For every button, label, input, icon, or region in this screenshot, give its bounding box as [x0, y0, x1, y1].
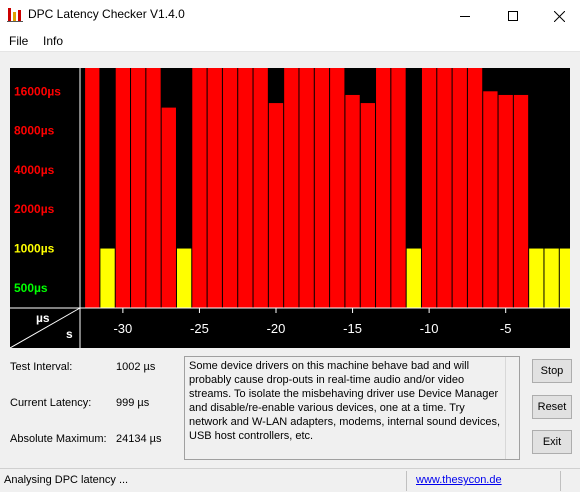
latency-bar [513, 94, 529, 308]
latency-bar [391, 68, 406, 308]
latency-bar [192, 68, 207, 308]
x-tick-label: -30 [113, 321, 132, 336]
latency-chart: 16000µs 8000µs 4000µs 2000µs 1000µs 500µs -30 -… [10, 68, 570, 348]
status-divider [560, 471, 561, 491]
latency-bar [268, 103, 284, 308]
latency-bar [314, 68, 330, 308]
x-tick-label: -5 [500, 321, 512, 336]
absolute-maximum-label: Absolute Maximum: [10, 433, 107, 445]
latency-bar [360, 103, 376, 308]
info-text: Some device drivers on this machine beha… [189, 360, 501, 442]
latency-bar [467, 68, 483, 308]
latency-bar [406, 248, 421, 308]
minimize-button[interactable] [442, 0, 488, 30]
minimize-icon [460, 15, 470, 17]
x-unit-label: s [66, 327, 73, 341]
x-tick-label: -10 [420, 321, 439, 336]
latency-bar [115, 68, 131, 308]
latency-bar [85, 68, 100, 308]
latency-bar [345, 94, 360, 308]
y-tick-label: 16000µs [14, 84, 61, 98]
latency-bar [100, 248, 115, 308]
current-latency-label: Current Latency: [10, 397, 92, 409]
reset-button[interactable]: Reset [532, 395, 572, 419]
y-tick-label: 500µs [14, 281, 48, 295]
thesycon-link[interactable]: www.thesycon.de [416, 474, 502, 486]
latency-bar [529, 248, 544, 308]
info-textbox[interactable]: Some device drivers on this machine beha… [184, 356, 520, 460]
latency-bar [176, 248, 192, 308]
latency-bar [161, 107, 176, 308]
latency-bar [330, 68, 345, 308]
title-bar: DPC Latency Checker V1.4.0 [0, 0, 580, 30]
latency-bar [559, 248, 570, 308]
latency-chart-svg: 16000µs 8000µs 4000µs 2000µs 1000µs 500µs -30 -… [10, 68, 570, 348]
status-divider [406, 471, 407, 491]
y-tick-label: 1000µs [14, 241, 55, 255]
latency-bar [544, 248, 559, 308]
y-tick-label: 2000µs [14, 202, 55, 216]
menu-info[interactable]: Info [43, 34, 63, 48]
info-scrollbar[interactable] [505, 357, 519, 459]
latency-bar [146, 68, 161, 308]
close-button[interactable] [536, 0, 580, 30]
maximize-button[interactable] [490, 0, 536, 30]
latency-bar [238, 68, 253, 308]
status-bar: Analysing DPC latency ... www.thesycon.d… [0, 468, 580, 492]
latency-bar [498, 94, 513, 308]
latency-bar [376, 68, 391, 308]
latency-bar [222, 68, 238, 308]
latency-bar [207, 68, 222, 308]
latency-bar [437, 68, 452, 308]
test-interval-label: Test Interval: [10, 361, 73, 373]
latency-bar [483, 91, 498, 308]
latency-bar [299, 68, 314, 308]
maximize-icon [508, 11, 518, 22]
y-tick-label: 8000µs [14, 124, 55, 138]
latency-bar [131, 68, 146, 308]
x-tick-label: -15 [343, 321, 362, 336]
close-icon [553, 10, 565, 23]
latency-bar [253, 68, 268, 308]
current-latency-value: 999 µs [116, 397, 150, 409]
latency-bar [421, 68, 437, 308]
window-title: DPC Latency Checker V1.4.0 [28, 7, 185, 21]
latency-bar [284, 68, 299, 308]
latency-bar [452, 68, 467, 308]
stop-button[interactable]: Stop [532, 359, 572, 383]
x-tick-label: -25 [190, 321, 209, 336]
absolute-maximum-value: 24134 µs [116, 433, 162, 445]
exit-button[interactable]: Exit [532, 430, 572, 454]
app-icon [7, 8, 23, 22]
status-text: Analysing DPC latency ... [4, 474, 129, 486]
x-tick-label: -20 [267, 321, 286, 336]
menu-file[interactable]: File [9, 34, 28, 48]
y-unit-label: µs [36, 311, 50, 325]
y-tick-label: 4000µs [14, 163, 55, 177]
menu-bar: File Info [0, 30, 580, 52]
test-interval-value: 1002 µs [116, 361, 156, 373]
